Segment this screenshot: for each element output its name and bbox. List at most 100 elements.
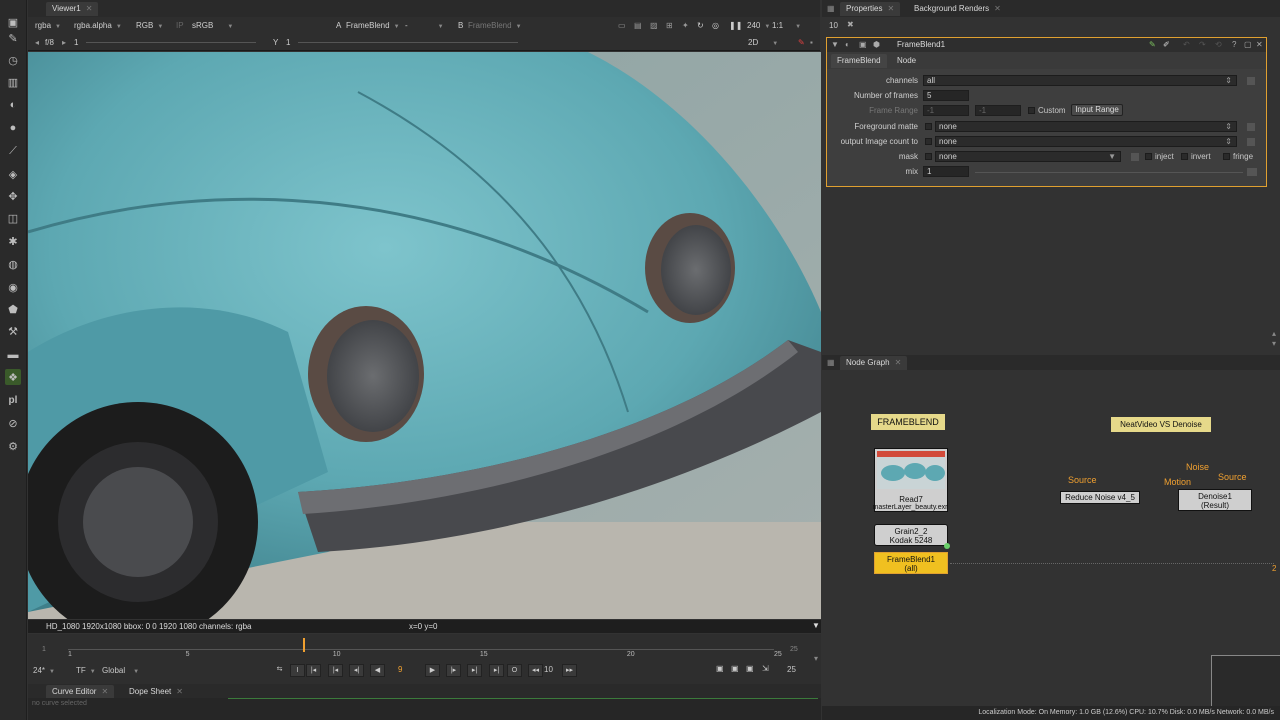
zoom-select[interactable]: 240 ▼ <box>747 20 770 32</box>
safe-area-icon[interactable]: ⊞ <box>666 20 673 32</box>
playhead[interactable] <box>303 638 306 652</box>
channels-dropdown[interactable]: all ⇕ <box>923 75 1237 86</box>
particles-tool-icon[interactable]: ✱ <box>5 233 21 249</box>
tab-dope-sheet[interactable]: Dope Sheet ✕ <box>123 685 189 699</box>
fps-select[interactable]: 24* ▼ <box>33 666 55 675</box>
checker-icon[interactable]: ◎ <box>712 20 719 32</box>
roi-icon[interactable]: ▭ <box>618 20 626 32</box>
refresh-icon[interactable]: ↻ <box>697 20 704 32</box>
step-field[interactable]: 10 <box>544 665 553 674</box>
pl-plugin-icon[interactable]: pl <box>5 392 21 408</box>
fg-matte-dropdown[interactable]: none ⇕ <box>935 121 1237 132</box>
prev-keyframe-button[interactable]: |◂ <box>328 664 343 677</box>
display-channel-select[interactable]: RGB ▼ <box>136 20 163 32</box>
close-icon[interactable]: ✕ <box>895 358 902 367</box>
denoise-node[interactable]: Denoise1 (Result) <box>1178 489 1252 511</box>
fringe-checkbox[interactable] <box>1223 153 1230 160</box>
gain-arrow-icon[interactable]: ▸ <box>62 37 66 49</box>
mix-slider[interactable] <box>975 172 1243 173</box>
metadata-tool-icon[interactable]: ⬟ <box>5 301 21 317</box>
fg-matte-checkbox[interactable] <box>925 123 932 130</box>
flipbook-icon[interactable]: ▣ <box>716 664 724 673</box>
close-icon[interactable]: ✕ <box>86 4 93 13</box>
first-frame-button[interactable]: |◂ <box>306 664 321 677</box>
undo-icon[interactable]: ↶ <box>1183 40 1190 49</box>
inject-checkbox[interactable] <box>1145 153 1152 160</box>
mask-dropdown[interactable]: none ▼ <box>935 151 1121 162</box>
overlay-icon[interactable]: ✦ <box>682 20 689 32</box>
next-keyframe-button[interactable]: ▸| <box>467 664 482 677</box>
pane-menu-icon[interactable]: ▦ <box>827 358 835 367</box>
range-select[interactable]: Global ▼ <box>102 666 139 675</box>
cara-tool-icon[interactable]: ⊘ <box>5 415 21 431</box>
node-name[interactable]: FrameBlend1 <box>897 40 945 49</box>
info-dropdown-icon[interactable]: ▼ <box>812 621 820 630</box>
close-icon[interactable]: ✕ <box>101 687 108 696</box>
tab-curve-editor[interactable]: Curve Editor ✕ <box>46 685 115 699</box>
timeline-track[interactable]: 1 5 10 15 20 25 <box>68 634 782 660</box>
frame-range-start[interactable]: -1 <box>923 105 969 116</box>
num-frames-input[interactable]: 5 <box>923 90 969 101</box>
keyer-tool-icon[interactable]: ⟋ <box>5 143 21 159</box>
gamma-slider[interactable] <box>298 42 518 43</box>
channel-tool-icon[interactable]: ▥ <box>5 74 21 90</box>
next-frame-button[interactable]: |▸ <box>446 664 461 677</box>
close-icon[interactable]: ✕ <box>176 687 183 696</box>
deep-tool-icon[interactable]: ◍ <box>5 256 21 272</box>
float-icon[interactable]: ▢ <box>1244 40 1252 49</box>
pane-menu-icon[interactable]: ▦ <box>827 4 835 13</box>
read-node[interactable]: Read7 <box>874 448 948 512</box>
pencil-edit-icon[interactable]: ✐ <box>1163 40 1170 49</box>
audio-icon[interactable]: ⇲ <box>762 664 769 673</box>
loop-icon[interactable]: ⇆ <box>272 664 287 677</box>
frame-range-end[interactable]: -1 <box>975 105 1021 116</box>
clear-panels-icon[interactable]: ✖ <box>847 20 854 29</box>
play-forward-button[interactable]: ▶ <box>425 664 440 677</box>
current-frame-field[interactable]: 9 <box>398 665 402 674</box>
prev-frame-button[interactable]: ◂| <box>349 664 364 677</box>
out-point-button[interactable]: O <box>507 664 522 677</box>
filter-tool-icon[interactable]: ● <box>5 120 21 136</box>
revert-icon[interactable]: ⟲ <box>1215 40 1222 49</box>
fg-matte-menu-button[interactable] <box>1247 123 1255 131</box>
backdrop-neatvideo[interactable]: NeatVideo VS Denoise <box>1111 417 1211 432</box>
ip-toggle[interactable]: IP <box>176 20 184 32</box>
max-panels-field[interactable]: 10 <box>829 21 838 30</box>
view-mode-select[interactable]: 2D ▼ <box>748 37 778 49</box>
invert-checkbox[interactable] <box>1181 153 1188 160</box>
gamma-value[interactable]: 1 <box>286 37 290 49</box>
scroll-down-icon[interactable]: ▾ <box>1272 339 1276 348</box>
collapse-icon[interactable]: ▼ <box>831 40 839 49</box>
gain-value[interactable]: 1 <box>74 37 78 49</box>
timeline-menu-icon[interactable]: ▾ <box>814 654 818 663</box>
channels-select[interactable]: rgba ▼ <box>35 20 61 32</box>
edit-icon[interactable]: ✎ <box>1149 40 1156 49</box>
viewer-tool-icon[interactable]: ▣ <box>5 14 21 30</box>
step-forward-button[interactable]: ▸▸ <box>562 664 577 677</box>
3d-tool-icon[interactable]: ◫ <box>5 210 21 226</box>
gizmo-tool-icon[interactable]: ⚙ <box>5 438 21 454</box>
close-icon[interactable]: ✕ <box>887 4 894 13</box>
node-graph-canvas[interactable]: FRAMEBLEND NeatVideo VS Denoise Read7 ma… <box>822 370 1280 706</box>
reduce-noise-node[interactable]: Reduce Noise v4_5 <box>1060 491 1140 504</box>
pause-icon[interactable]: ❚❚ <box>729 20 742 32</box>
close-icon[interactable]: ✕ <box>1256 40 1263 49</box>
tab-background-renders[interactable]: Background Renders ✕ <box>908 2 1007 16</box>
ratio-select[interactable]: 1:1 ▼ <box>772 20 801 32</box>
compare-op-select[interactable]: - ▼ <box>405 20 444 32</box>
pencil-icon[interactable]: ✎ <box>798 37 805 49</box>
end-frame-field[interactable]: 25 <box>787 665 796 674</box>
furnace-tool-icon[interactable]: ❖ <box>5 369 21 385</box>
merge-tool-icon[interactable]: ◈ <box>5 166 21 182</box>
tab-viewer[interactable]: Viewer1 ✕ <box>46 2 99 16</box>
channels-menu-button[interactable] <box>1247 77 1255 85</box>
tab-node[interactable]: Node <box>891 54 922 68</box>
help-icon[interactable]: ? <box>1232 40 1236 49</box>
in-point-button[interactable]: I <box>290 664 305 677</box>
mix-animate-button[interactable] <box>1247 168 1257 176</box>
frameblend-node[interactable]: FrameBlend1 (all) <box>874 552 948 574</box>
output-count-checkbox[interactable] <box>925 138 932 145</box>
views-tool-icon[interactable]: ◉ <box>5 279 21 295</box>
fstop-value[interactable]: f/8 <box>45 37 54 49</box>
tf-select[interactable]: TF ▼ <box>76 666 96 675</box>
